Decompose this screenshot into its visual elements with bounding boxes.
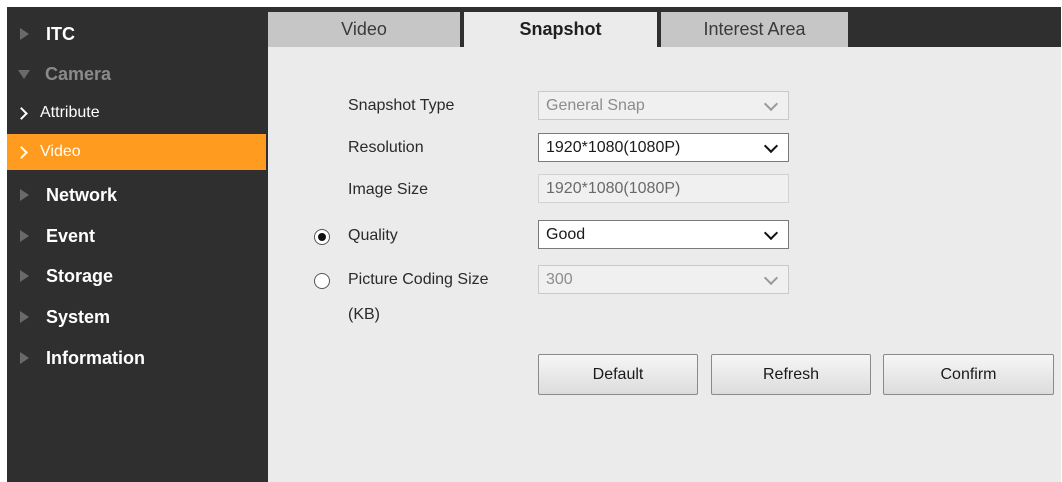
- expand-triangle-icon: [20, 352, 29, 364]
- sidebar-item-camera[interactable]: Camera: [7, 54, 268, 94]
- sidebar-item-label: Network: [46, 184, 118, 205]
- chevron-right-icon: [15, 145, 28, 159]
- image-size-value: 1920*1080(1080P): [546, 179, 681, 197]
- chevron-right-icon: [15, 106, 28, 120]
- expand-triangle-icon: [20, 270, 29, 282]
- snapshot-type-label: Snapshot Type: [348, 97, 455, 114]
- picture-coding-size-label: Picture Coding Size: [348, 271, 489, 288]
- button-label: Refresh: [762, 365, 820, 383]
- tab-snapshot[interactable]: Snapshot: [464, 12, 657, 47]
- tab-bar: Video Snapshot Interest Area: [268, 7, 1061, 47]
- resolution-label: Resolution: [348, 139, 424, 156]
- tab-label: Snapshot: [519, 19, 602, 39]
- chevron-down-icon: [763, 225, 779, 241]
- sidebar-subitem-label: Video: [40, 143, 81, 160]
- sidebar-item-label: Information: [46, 347, 145, 368]
- sidebar: ITC Camera Attribute Video Network Event…: [7, 7, 268, 482]
- tab-interest-area[interactable]: Interest Area: [661, 12, 848, 47]
- collapse-triangle-icon: [18, 69, 30, 79]
- button-label: Confirm: [940, 365, 997, 383]
- quality-value: Good: [546, 225, 586, 243]
- resolution-value: 1920*1080(1080P): [546, 138, 681, 156]
- image-size-field: 1920*1080(1080P): [538, 174, 789, 203]
- image-size-label: Image Size: [348, 181, 429, 198]
- picture-coding-size-radio[interactable]: [314, 273, 330, 289]
- expand-triangle-icon: [20, 189, 29, 201]
- sidebar-subitem-video[interactable]: Video: [7, 134, 266, 170]
- picture-coding-size-select[interactable]: 300: [538, 265, 789, 294]
- chevron-down-icon: [763, 138, 779, 154]
- sidebar-item-information[interactable]: Information: [7, 338, 268, 378]
- sidebar-subitem-attribute[interactable]: Attribute: [7, 95, 266, 131]
- default-button[interactable]: Default: [538, 354, 698, 395]
- tab-label: Video: [341, 19, 387, 39]
- quality-label: Quality: [348, 227, 398, 244]
- sidebar-subitem-label: Attribute: [40, 104, 100, 121]
- tab-label: Interest Area: [703, 19, 806, 39]
- button-label: Default: [592, 365, 644, 383]
- picture-coding-size-unit: (KB): [348, 306, 380, 323]
- sidebar-item-label: System: [46, 306, 111, 327]
- picture-coding-size-value: 300: [546, 270, 573, 288]
- sidebar-item-system[interactable]: System: [7, 297, 268, 337]
- app-frame: ITC Camera Attribute Video Network Event…: [7, 7, 1061, 482]
- refresh-button[interactable]: Refresh: [711, 354, 871, 395]
- chevron-down-icon: [763, 96, 779, 112]
- expand-triangle-icon: [20, 28, 29, 40]
- sidebar-item-label: Storage: [46, 265, 114, 286]
- resolution-select[interactable]: 1920*1080(1080P): [538, 133, 789, 162]
- radio-selected-dot: [318, 233, 326, 241]
- snapshot-type-select[interactable]: General Snap: [538, 91, 789, 120]
- expand-triangle-icon: [20, 230, 29, 242]
- chevron-down-icon: [763, 270, 779, 286]
- tab-video[interactable]: Video: [268, 12, 460, 47]
- sidebar-item-label: Camera: [45, 63, 112, 84]
- snapshot-type-value: General Snap: [546, 96, 645, 114]
- confirm-button[interactable]: Confirm: [883, 354, 1054, 395]
- sidebar-item-network[interactable]: Network: [7, 175, 268, 215]
- sidebar-item-event[interactable]: Event: [7, 216, 268, 256]
- quality-radio[interactable]: [314, 229, 330, 245]
- sidebar-item-label: ITC: [46, 23, 75, 44]
- sidebar-item-label: Event: [46, 225, 96, 246]
- expand-triangle-icon: [20, 311, 29, 323]
- sidebar-item-itc[interactable]: ITC: [7, 14, 268, 54]
- sidebar-item-storage[interactable]: Storage: [7, 256, 268, 296]
- quality-select[interactable]: Good: [538, 220, 789, 249]
